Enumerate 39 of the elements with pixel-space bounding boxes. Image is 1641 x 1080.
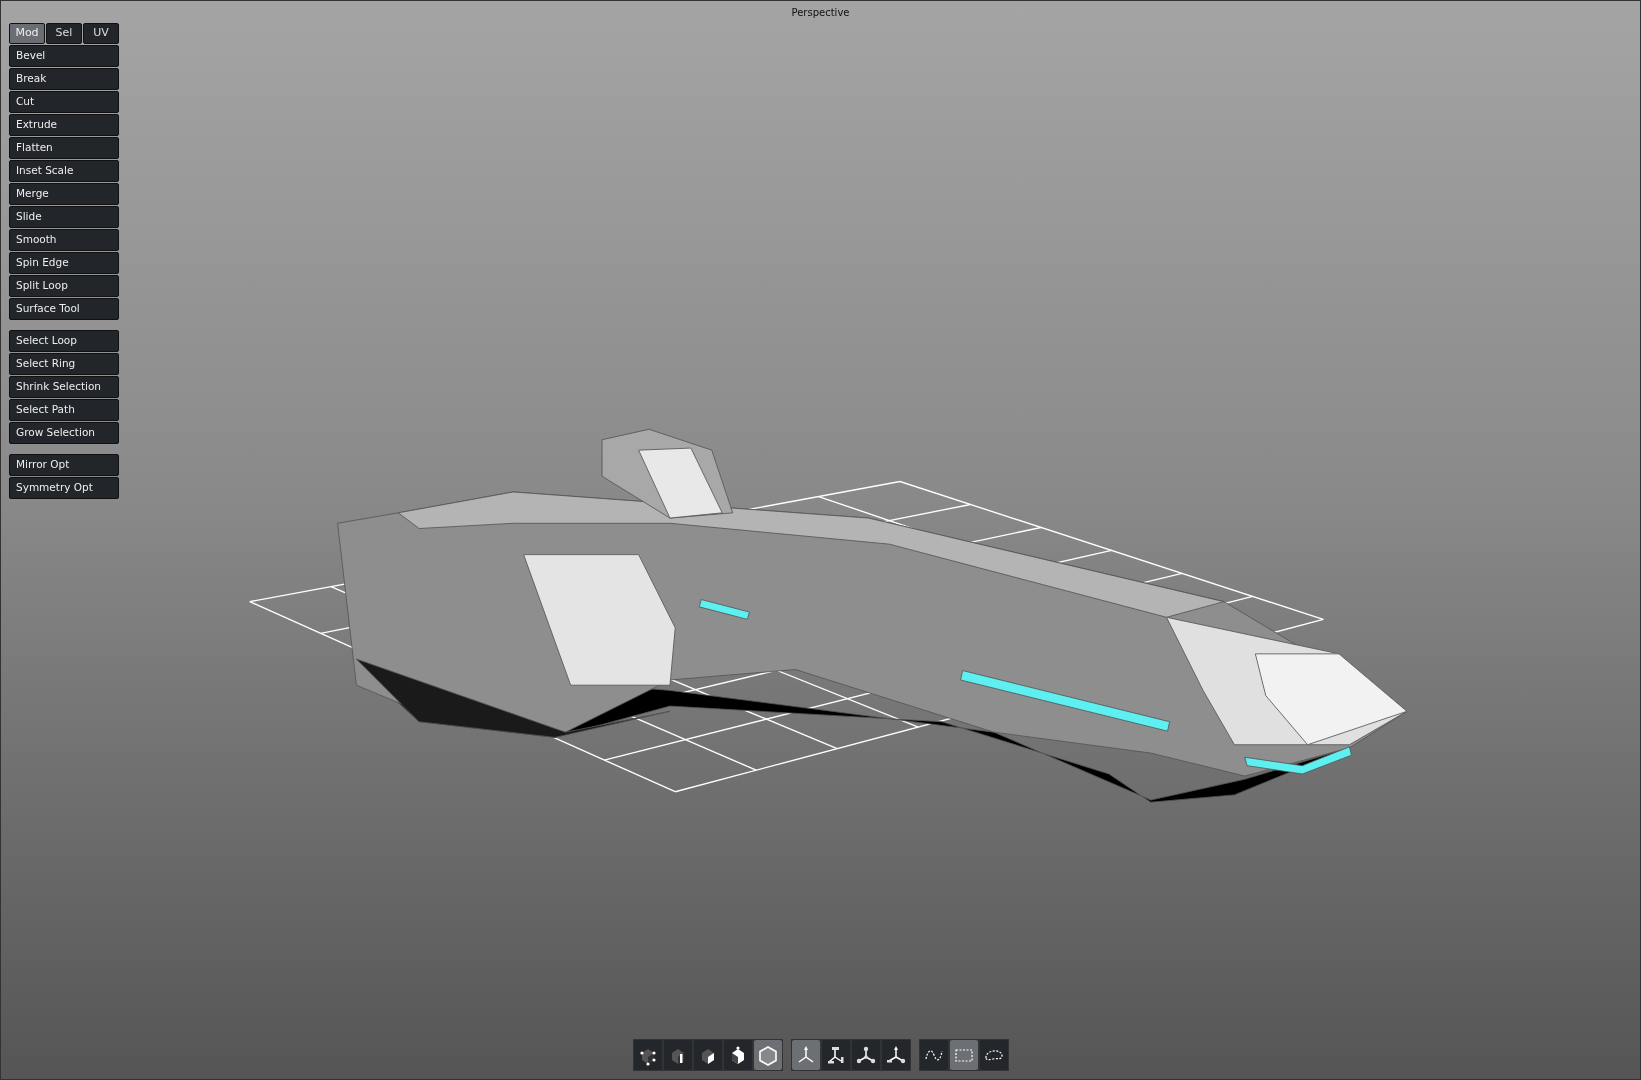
tool-button[interactable]: Symmetry Opt	[9, 477, 119, 499]
tool-button[interactable]: Shrink Selection	[9, 376, 119, 398]
tool-button[interactable]: Select Loop	[9, 330, 119, 352]
toolbar-button[interactable]	[693, 1040, 722, 1070]
tool-button[interactable]: Extrude	[9, 114, 119, 136]
tool-button[interactable]: Slide	[9, 206, 119, 228]
toolbar-button[interactable]	[851, 1040, 880, 1070]
viewport-title: Perspective	[791, 7, 850, 18]
toolbar-button[interactable]	[821, 1040, 850, 1070]
tool-button[interactable]: Surface Tool	[9, 298, 119, 320]
mode-tab[interactable]: Mod	[9, 23, 45, 44]
tool-button[interactable]: Smooth	[9, 229, 119, 251]
tool-button[interactable]: Split Loop	[9, 275, 119, 297]
scale-gizmo-icon	[855, 1044, 876, 1066]
toolbar-button[interactable]	[663, 1040, 692, 1070]
toolbar-button[interactable]	[791, 1040, 820, 1070]
transform-gizmo-icon	[885, 1044, 906, 1066]
viewport[interactable]	[0, 0, 1641, 1080]
rotate-gizmo-icon	[825, 1044, 846, 1066]
toolbar-button[interactable]	[949, 1040, 978, 1070]
tool-button[interactable]: Flatten	[9, 137, 119, 159]
tool-button[interactable]: Bevel	[9, 45, 119, 67]
tool-button[interactable]: Mirror Opt	[9, 454, 119, 476]
hexagon-icon	[757, 1044, 778, 1066]
toolbar-button[interactable]	[979, 1040, 1008, 1070]
tool-button[interactable]: Select Ring	[9, 353, 119, 375]
toolbar-button[interactable]	[753, 1040, 782, 1070]
mode-tab[interactable]: Sel	[46, 23, 82, 44]
toolbar-button[interactable]	[723, 1040, 752, 1070]
tool-button[interactable]: Grow Selection	[9, 422, 119, 444]
mode-tab[interactable]: UV	[83, 23, 119, 44]
tool-button[interactable]: Select Path	[9, 399, 119, 421]
tool-button[interactable]: Break	[9, 68, 119, 90]
tool-button[interactable]: Merge	[9, 183, 119, 205]
tool-button[interactable]: Inset Scale	[9, 160, 119, 182]
toolbar-button[interactable]	[633, 1040, 662, 1070]
toolbar-button[interactable]	[881, 1040, 910, 1070]
tool-button[interactable]: Spin Edge	[9, 252, 119, 274]
tool-button[interactable]: Cut	[9, 91, 119, 113]
